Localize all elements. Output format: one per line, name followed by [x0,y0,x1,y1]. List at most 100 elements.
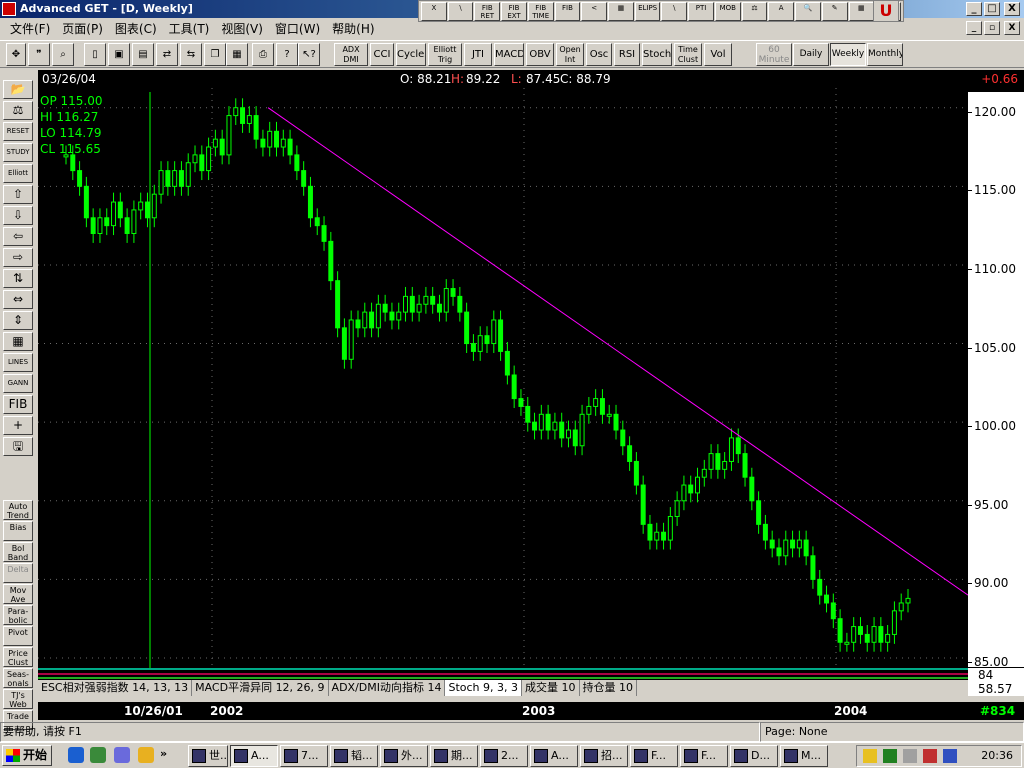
zoom-icon[interactable]: ⌕ [52,43,74,66]
left-tool-button[interactable]: ⇔ [3,290,33,309]
start-button[interactable]: 开始 [2,745,52,766]
left-tool-button[interactable]: ⇩ [3,206,33,225]
mdi-close-button[interactable]: X [1004,21,1020,35]
drawing-tool-button[interactable]: \ [661,2,688,21]
menu-item[interactable]: 工具(T) [163,20,216,37]
drawing-tool-button[interactable]: A [768,2,795,21]
mdi-restore-button[interactable]: ▫ [984,21,1000,35]
indicator-tab[interactable]: ESC相对强弱指数 14, 13, 13 [38,680,193,696]
indicator-tab[interactable]: Stoch 9, 3, 3 [445,680,523,696]
drawing-tool-button[interactable]: ▦ [608,2,634,21]
study-button-bias[interactable]: Bias [3,521,33,541]
print-icon[interactable]: ⎙ [252,43,274,66]
grid-icon[interactable]: ▦ [226,43,248,66]
import-icon[interactable]: ⇆ [180,43,202,66]
menu-item[interactable]: 视图(V) [215,20,269,37]
indicator-button-time-clust[interactable]: Time Clust [674,43,702,66]
left-tool-button[interactable]: FIB [3,395,33,414]
drawing-tool-button[interactable]: FIB [554,2,581,21]
study-button-bol-band[interactable]: Bol Band [3,542,33,562]
save-icon[interactable]: ▣ [108,43,130,66]
drawing-tool-button[interactable]: < [581,2,608,21]
taskbar-task[interactable]: 世... [188,745,228,767]
magnet-u-button[interactable]: U [873,0,899,22]
indicator-tab[interactable]: 持仓量 10 [580,680,638,696]
taskbar-task[interactable]: 韬... [330,745,378,767]
left-tool-button[interactable]: ⇨ [3,248,33,267]
left-tool-button[interactable]: STUDY [3,143,33,162]
drawing-tool-button[interactable]: MOB [714,2,741,21]
taskbar-task[interactable]: 2... [480,745,528,767]
indicator-button-rsi[interactable]: RSI [614,43,640,66]
study-button-seas-onals[interactable]: Seas- onals [3,668,33,688]
menu-item[interactable]: 窗口(W) [269,20,326,37]
pointer-icon[interactable]: ✥ [6,43,26,66]
taskbar-task[interactable]: D... [730,745,778,767]
drawing-tool-button[interactable]: ⚖ [741,2,768,21]
desktop-icon[interactable] [114,747,130,763]
export-icon[interactable]: ⇄ [156,43,178,66]
drawing-tool-button[interactable]: PTI [688,2,714,21]
indicator-button-jti[interactable]: JTI [464,43,492,66]
drawing-tool-button[interactable]: FIB RET [474,2,501,21]
drawing-tool-button[interactable]: FIB TIME [527,2,554,21]
help-icon[interactable]: ? [276,43,298,66]
drawing-tool-button[interactable]: \ [447,2,474,21]
new-page-icon[interactable]: ▯ [84,43,106,66]
drawing-tool-button[interactable]: 🔍 [795,2,821,21]
interval-button-daily[interactable]: Daily [793,43,829,66]
indicator-button-macd[interactable]: MACD [494,43,524,66]
taskbar-task[interactable]: M... [780,745,828,767]
taskbar-task[interactable]: A... [530,745,578,767]
mdi-minimize-button[interactable]: _ [966,21,982,35]
tray-icon[interactable] [863,749,877,763]
taskbar-task[interactable]: A... [230,745,278,767]
left-tool-button[interactable]: Elliott [3,164,33,183]
tray-icon[interactable] [943,749,957,763]
chart-icon[interactable]: ▤ [132,43,154,66]
study-button-price-clust[interactable]: Price Clust [3,647,33,667]
price-chart[interactable]: OP 115.00 HI 116.27 LO 114.79 CL 115.65 [38,88,1024,668]
indicator-tab[interactable]: 成交量 10 [522,680,580,696]
taskbar-task[interactable]: 招... [580,745,628,767]
taskbar-task[interactable]: F... [680,745,728,767]
left-tool-button[interactable]: ⇧ [3,185,33,204]
study-button-auto-trend[interactable]: Auto Trend [3,500,33,520]
context-help-icon[interactable]: ↖? [298,43,320,66]
quote-icon[interactable]: ❞ [28,43,50,66]
drawing-tool-button[interactable]: ELIPS [634,2,661,21]
left-tool-button[interactable]: RESET [3,122,33,141]
indicator-tab[interactable]: ADX/DMI动向指标 14 [329,680,446,696]
left-tool-button[interactable]: + [3,416,33,435]
indicator-button-osc[interactable]: Osc [586,43,612,66]
left-tool-button[interactable]: ⇕ [3,311,33,330]
taskbar-task[interactable]: 期... [430,745,478,767]
tray-icon[interactable] [883,749,897,763]
left-tool-button[interactable]: GANN [3,374,33,393]
indicator-button-cci[interactable]: CCI [370,43,394,66]
drawing-tool-button[interactable]: FIB EXT [501,2,527,21]
indicator-button-cycles[interactable]: Cycles [396,43,426,66]
drawing-tool-button[interactable]: ✎ [821,2,848,21]
indicator-button-obv[interactable]: OBV [526,43,554,66]
tray-icon[interactable] [923,749,937,763]
study-button-mov-ave[interactable]: Mov Ave [3,584,33,604]
indicator-button-elliott-trig[interactable]: Elliott Trig [428,43,462,66]
interval-button-weekly[interactable]: Weekly [830,43,866,66]
left-tool-button[interactable]: ⇅ [3,269,33,288]
study-button-para-bolic[interactable]: Para- bolic [3,605,33,625]
left-tool-button[interactable]: ⇦ [3,227,33,246]
left-tool-button[interactable]: 🖫 [3,437,33,456]
copy-icon[interactable]: ❐ [204,43,226,66]
indicator-button-vol[interactable]: Vol [704,43,732,66]
messenger-icon[interactable] [138,747,154,763]
outlook-icon[interactable] [90,747,106,763]
menu-item[interactable]: 帮助(H) [326,20,380,37]
taskbar-task[interactable]: 7... [280,745,328,767]
left-tool-button[interactable]: 📂 [3,80,33,99]
maximize-button[interactable]: □ [984,2,1000,16]
indicator-tab[interactable]: MACD平滑异同 12, 26, 9 [192,680,329,696]
interval-button-monthly[interactable]: Monthly [867,43,903,66]
indicator-button-stoch[interactable]: Stoch [642,43,672,66]
taskbar-task[interactable]: 外... [380,745,428,767]
